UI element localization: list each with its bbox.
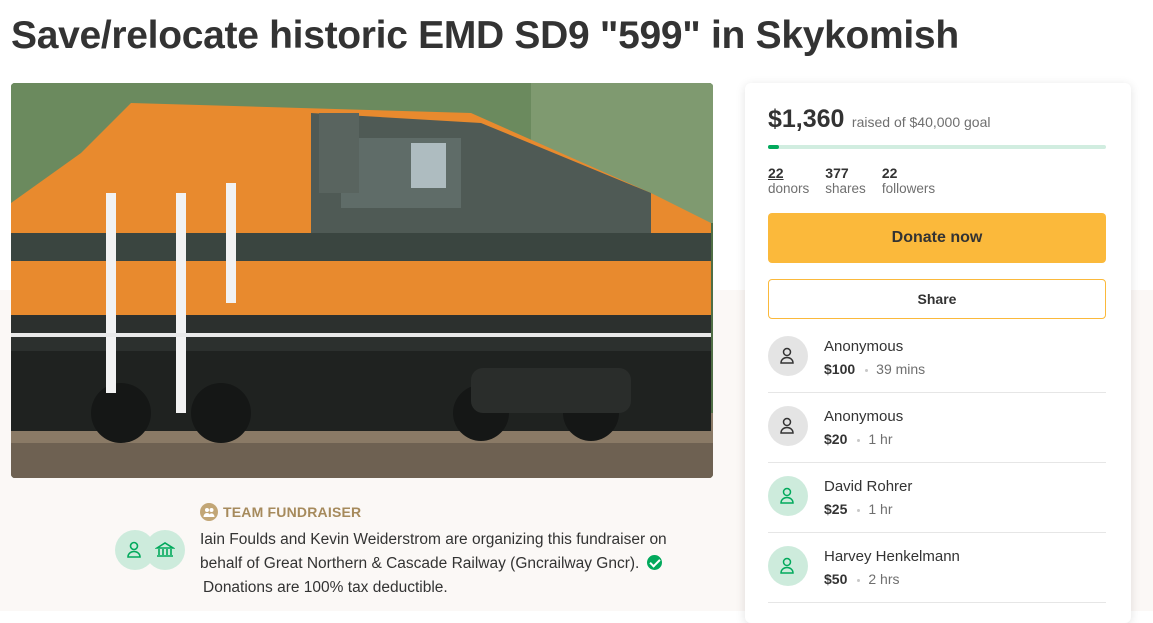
person-heart-icon: [127, 541, 141, 558]
verified-check-icon: [646, 555, 662, 570]
donation-time: 2 hrs: [868, 571, 900, 587]
locomotive-photo: [11, 83, 713, 478]
stat-followers: 22 followers: [882, 165, 935, 196]
donor-name: Anonymous: [824, 408, 904, 425]
donor-avatar: [768, 336, 808, 376]
donation-meta: $20 1 hr: [824, 431, 892, 447]
donation-time: 1 hr: [868, 431, 893, 447]
progress-fill: [768, 145, 780, 149]
donate-now-button[interactable]: Donate now: [768, 213, 1106, 263]
organizer-description: Iain Foulds and Kevin Weiderstrom are or…: [200, 528, 690, 600]
donation-item: David Rohrer $25 1 hr: [768, 463, 1106, 533]
stat-donors-label: donors: [768, 181, 810, 196]
donation-meta: $50 2 hrs: [824, 571, 899, 587]
stat-donors[interactable]: 22 donors: [768, 165, 809, 196]
person-heart-icon: [780, 417, 794, 434]
donation-amount: $25: [824, 501, 848, 517]
donation-time: 39 mins: [876, 361, 926, 377]
donor-avatar: [768, 546, 808, 586]
donation-time: 1 hr: [868, 501, 893, 517]
organizer-text: Iain Foulds and Kevin Weiderstrom are or…: [200, 531, 667, 572]
donation-item: Harvey Henkelmann $50 2 hrs: [768, 533, 1106, 603]
team-icon: [200, 503, 218, 521]
bank-icon: [155, 542, 175, 557]
donation-item: Anonymous $20 1 hr: [768, 393, 1106, 463]
person-heart-icon: [780, 347, 794, 364]
stat-shares-number: 377: [825, 165, 849, 181]
hero-image[interactable]: [11, 83, 713, 478]
page-title: Save/relocate historic EMD SD9 "599" in …: [11, 14, 959, 57]
donor-avatar: [768, 406, 808, 446]
person-heart-icon: [780, 557, 794, 574]
stat-followers-number: 22: [881, 165, 898, 181]
stat-shares: 377 shares: [825, 165, 866, 196]
share-button[interactable]: Share: [768, 279, 1106, 319]
raised-summary: $1,360 raised of $40,000 goal: [768, 105, 990, 134]
tax-deductible-note: Donations are 100% tax deductible.: [203, 579, 448, 596]
team-fundraiser-label: TEAM FUNDRAISER: [200, 503, 361, 521]
team-fundraiser-text: TEAM FUNDRAISER: [223, 504, 362, 520]
donation-item: Anonymous $100 39 mins: [768, 323, 1106, 393]
stat-shares-label: shares: [825, 181, 866, 196]
goal-text: raised of $40,000 goal: [851, 114, 991, 130]
donation-amount: $20: [824, 431, 848, 447]
raised-amount: $1,360: [768, 105, 845, 133]
donation-amount: $50: [824, 571, 848, 587]
donation-amount: $100: [824, 361, 856, 377]
donation-meta: $100 39 mins: [824, 361, 925, 377]
stats-row: 22 donors 377 shares 22 followers: [768, 165, 935, 196]
organizer-section: TEAM FUNDRAISER Iain Foulds and Kevin We…: [115, 500, 715, 610]
donation-sidebar: $1,360 raised of $40,000 goal 22 donors …: [745, 83, 1131, 623]
beneficiary-avatar[interactable]: [145, 530, 185, 570]
donor-avatar: [768, 476, 808, 516]
donor-name: Harvey Henkelmann: [824, 548, 960, 565]
recent-donations-list: Anonymous $100 39 mins Anonymous $20 1 hr …: [768, 323, 1106, 603]
stat-donors-number[interactable]: 22: [768, 165, 809, 181]
donor-name: David Rohrer: [824, 478, 913, 495]
stat-followers-label: followers: [881, 181, 936, 196]
donation-meta: $25 1 hr: [824, 501, 892, 517]
progress-bar: [768, 145, 1106, 149]
donor-name: Anonymous: [824, 338, 904, 355]
person-heart-icon: [780, 487, 794, 504]
